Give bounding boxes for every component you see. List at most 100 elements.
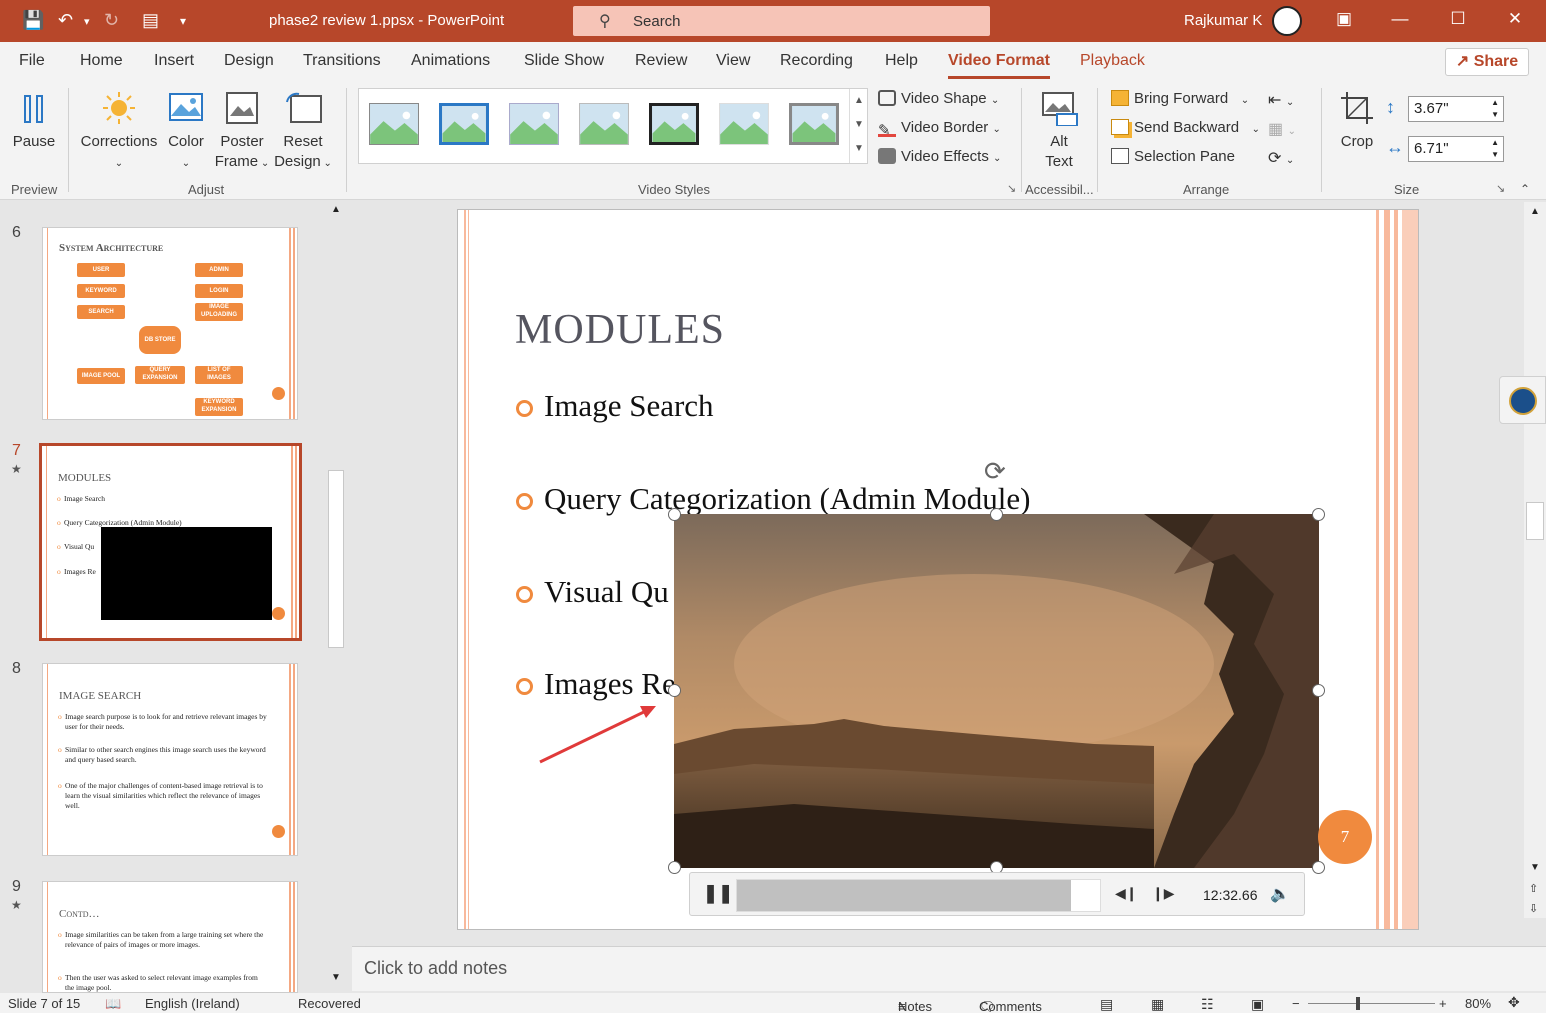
slide-bullet[interactable]: Image Search <box>516 388 714 424</box>
resize-handle[interactable] <box>1312 508 1325 521</box>
video-style-thumb[interactable] <box>579 103 629 145</box>
poster-frame-button[interactable]: Poster Frame ⌄ <box>212 90 272 174</box>
slide-thumbnail-7[interactable]: MODULES Image Search Query Categorizatio… <box>39 443 302 641</box>
gallery-scroll[interactable]: ▲ ▼ ▼ <box>849 89 868 163</box>
spin-icon[interactable]: ▲ ▼ <box>1491 137 1499 161</box>
undo-dropdown-icon[interactable]: ▾ <box>84 15 90 28</box>
corrections-button[interactable]: Corrections ⌄ <box>80 90 158 174</box>
scroll-up-icon[interactable]: ▲ <box>331 204 341 215</box>
rotate-handle-icon[interactable]: ⟳ <box>984 456 1006 487</box>
tab-animations[interactable]: Animations <box>411 52 490 70</box>
resize-handle[interactable] <box>990 508 1003 521</box>
width-field[interactable]: 6.71" ▲ ▼ <box>1408 136 1504 162</box>
maximize-icon[interactable]: ☐ <box>1443 9 1473 29</box>
slide-sorter-icon[interactable]: ▦ <box>1151 996 1164 1013</box>
slide-title[interactable]: MODULES <box>515 306 725 354</box>
tab-playback[interactable]: Playback <box>1080 52 1145 70</box>
zoom-slider[interactable] <box>1308 1003 1435 1004</box>
slide-thumbnail-9[interactable]: Contd… Image similarities can be taken f… <box>42 881 298 993</box>
close-icon[interactable]: ✕ <box>1500 9 1530 29</box>
reading-view-icon[interactable]: ☷ <box>1201 996 1214 1013</box>
tab-recording[interactable]: Recording <box>780 52 853 70</box>
send-backward-button[interactable]: Send Backward ⌄ <box>1111 119 1260 136</box>
video-shape-button[interactable]: Video Shape ⌄ <box>878 90 999 107</box>
video-style-thumb[interactable] <box>649 103 699 145</box>
resize-handle[interactable] <box>668 684 681 697</box>
resize-handle[interactable] <box>1312 684 1325 697</box>
next-slide-icon[interactable]: ⇩ <box>1529 902 1538 915</box>
tab-insert[interactable]: Insert <box>154 52 194 70</box>
zoom-slider-thumb[interactable] <box>1356 997 1360 1010</box>
pause-button[interactable]: Pause <box>12 92 56 152</box>
pause-icon[interactable]: ❚❚ <box>703 883 733 904</box>
scroll-up-icon[interactable]: ▲ <box>1530 206 1540 217</box>
selection-pane-button[interactable]: Selection Pane <box>1111 148 1235 165</box>
tab-view[interactable]: View <box>716 52 750 70</box>
zoom-level[interactable]: 80% <box>1465 996 1491 1011</box>
alt-text-button[interactable]: Alt Text <box>1036 90 1082 172</box>
slide-bullet[interactable]: Images Re <box>516 666 676 702</box>
thumbnail-scrollbar[interactable]: ▲ ▼ <box>326 202 346 992</box>
slide-thumbnail-8[interactable]: IMAGE SEARCH Image search purpose is to … <box>42 663 298 856</box>
color-button[interactable]: Color ⌄ <box>164 90 208 174</box>
bring-forward-button[interactable]: Bring Forward ⌄ <box>1111 90 1249 107</box>
zoom-out-icon[interactable]: − <box>1292 996 1300 1011</box>
playback-progress-bar[interactable] <box>736 879 1101 912</box>
slide-thumbnail-6[interactable]: System Architecture USER ADMIN KEYWORD L… <box>42 227 298 420</box>
search-box[interactable]: ⚲ Search <box>573 6 990 36</box>
minimize-icon[interactable]: — <box>1385 9 1415 29</box>
collapse-ribbon-icon[interactable]: ⌃ <box>1520 182 1530 196</box>
video-effects-button[interactable]: Video Effects ⌄ <box>878 148 1001 165</box>
notes-pane[interactable]: Click to add notes <box>352 946 1546 991</box>
dialog-launcher-icon[interactable]: ↘ <box>1007 182 1016 195</box>
addin-panel-button[interactable] <box>1499 376 1546 424</box>
video-border-button[interactable]: ✎ Video Border ⌄ <box>878 119 1001 139</box>
slide-scrollbar[interactable]: ▲ ▼ ⇧ ⇩ <box>1524 202 1546 918</box>
tab-slide-show[interactable]: Slide Show <box>524 52 604 70</box>
slide-bullet[interactable]: Query Categorization (Admin Module) <box>515 481 1030 517</box>
save-icon[interactable]: 💾 <box>22 10 44 31</box>
dialog-launcher-icon[interactable]: ↘ <box>1496 182 1505 195</box>
tab-transitions[interactable]: Transitions <box>303 52 381 70</box>
group-button[interactable]: ▦ ⌄ <box>1268 119 1296 139</box>
align-button[interactable]: ⇤ ⌄ <box>1268 90 1294 110</box>
ribbon-display-options-icon[interactable]: ▣ <box>1329 9 1359 29</box>
video-style-thumb[interactable] <box>789 103 839 145</box>
spelling-check-icon[interactable]: 📖 <box>105 996 121 1012</box>
avatar[interactable] <box>1272 6 1302 36</box>
step-forward-icon[interactable]: ❙▶ <box>1152 885 1175 902</box>
present-icon[interactable]: ▤ <box>142 10 159 31</box>
video-style-thumb[interactable] <box>719 103 769 145</box>
scroll-down-icon[interactable]: ▼ <box>331 972 341 983</box>
scroll-thumb[interactable] <box>328 470 344 648</box>
scroll-down-icon[interactable]: ▼ <box>1530 862 1540 873</box>
tab-review[interactable]: Review <box>635 52 687 70</box>
slide-bullet[interactable]: Visual Qu <box>516 574 669 610</box>
undo-icon[interactable]: ↶ <box>58 10 73 31</box>
tab-file[interactable]: File <box>19 52 45 70</box>
tab-video-format[interactable]: Video Format <box>948 52 1050 79</box>
volume-icon[interactable]: 🔈 <box>1270 884 1290 904</box>
previous-slide-icon[interactable]: ⇧ <box>1529 882 1538 895</box>
tab-design[interactable]: Design <box>224 52 274 70</box>
reset-design-button[interactable]: Reset Design ⌄ <box>272 90 334 174</box>
step-back-icon[interactable]: ◀❙ <box>1115 885 1138 902</box>
video-style-thumb[interactable] <box>439 103 489 145</box>
customize-toolbar-icon[interactable]: ▾ <box>180 14 186 28</box>
fit-to-window-icon[interactable]: ✥ <box>1508 994 1520 1011</box>
video-frame[interactable] <box>674 514 1319 868</box>
video-style-thumb[interactable] <box>369 103 419 145</box>
scroll-thumb[interactable] <box>1526 502 1544 540</box>
rotate-button[interactable]: ⟳ ⌄ <box>1268 148 1294 168</box>
tab-help[interactable]: Help <box>885 52 918 70</box>
slideshow-view-icon[interactable]: ▣ <box>1251 996 1264 1013</box>
crop-button[interactable]: Crop <box>1336 90 1378 152</box>
normal-view-icon[interactable]: ▤ <box>1100 996 1113 1013</box>
language-indicator[interactable]: English (Ireland) <box>145 996 240 1011</box>
resize-handle[interactable] <box>1312 861 1325 874</box>
user-name[interactable]: Rajkumar K <box>1184 12 1262 29</box>
spin-icon[interactable]: ▲ ▼ <box>1491 97 1499 121</box>
redo-icon[interactable]: ↻ <box>104 10 119 31</box>
zoom-in-icon[interactable]: + <box>1439 996 1447 1011</box>
tab-home[interactable]: Home <box>80 52 123 70</box>
